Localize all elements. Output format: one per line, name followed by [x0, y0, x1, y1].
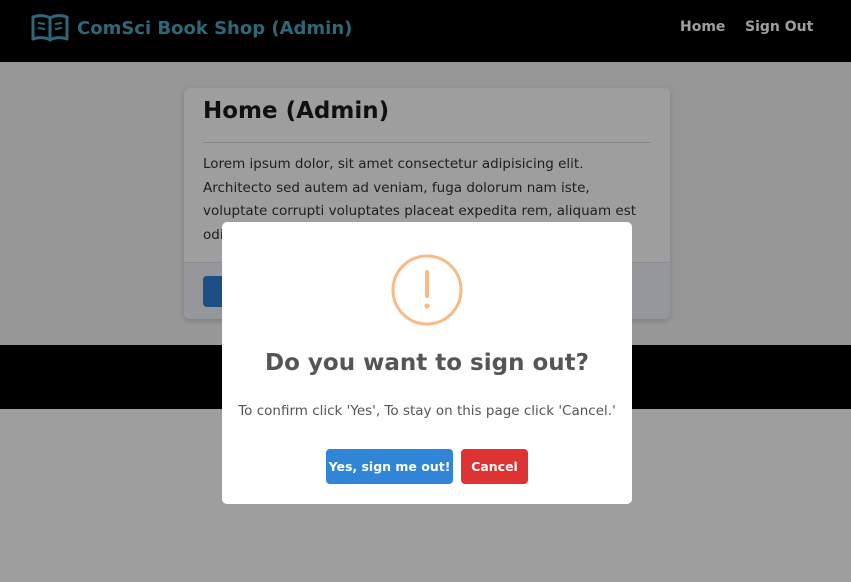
sign-out-dialog: Do you want to sign out? To confirm clic…	[222, 222, 632, 504]
confirm-sign-out-button[interactable]: Yes, sign me out!	[326, 449, 453, 484]
dialog-title: Do you want to sign out?	[265, 350, 589, 376]
cancel-button[interactable]: Cancel	[461, 449, 528, 484]
dialog-message: To confirm click 'Yes', To stay on this …	[238, 403, 616, 419]
warning-icon	[391, 254, 463, 326]
